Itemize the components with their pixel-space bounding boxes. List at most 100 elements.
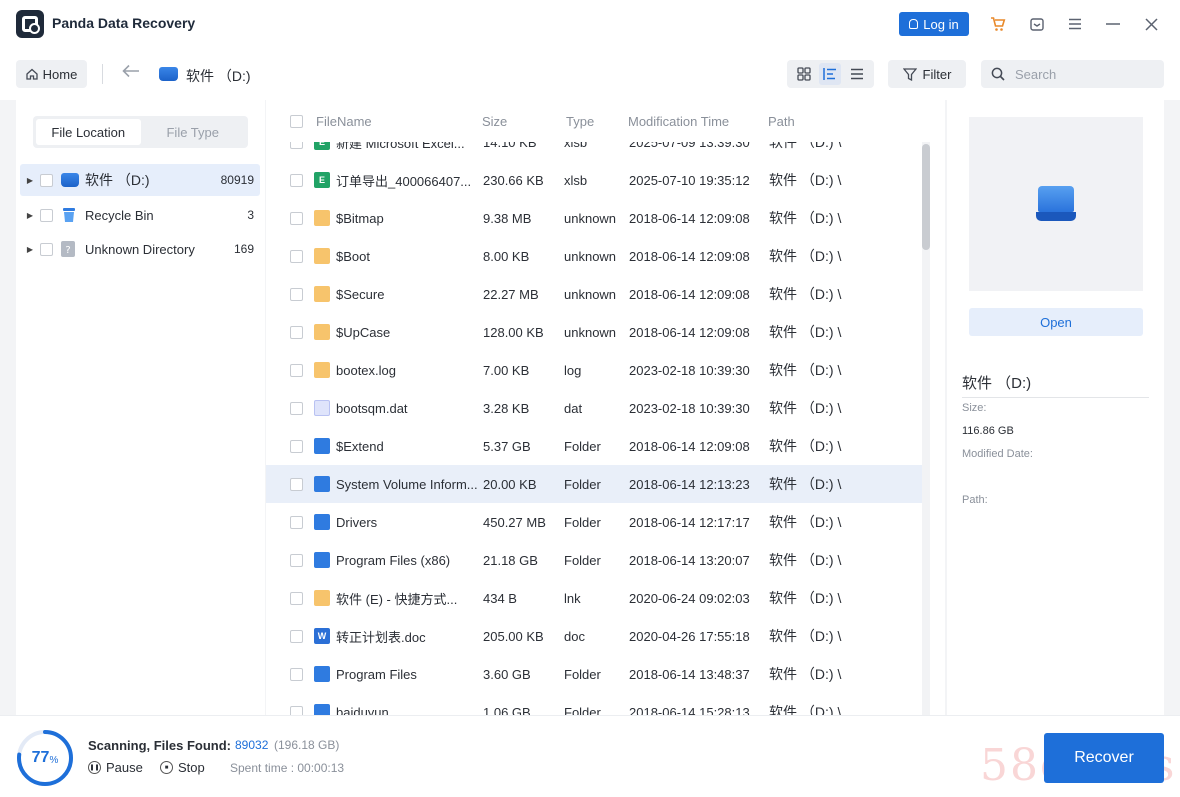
file-path: 软件 （D:) \	[769, 172, 842, 188]
detail-view-icon[interactable]	[819, 63, 842, 85]
table-row[interactable]: System Volume Inform... 20.00 KB Folder 201…	[266, 465, 922, 503]
file-modified-time: 2018-06-14 12:09:08	[629, 248, 750, 264]
expand-caret-icon[interactable]: ▶	[20, 211, 40, 220]
header-type[interactable]: Type	[566, 114, 594, 129]
user-icon	[909, 19, 919, 29]
row-checkbox[interactable]	[290, 287, 303, 301]
svg-text:?: ?	[65, 245, 70, 256]
table-row[interactable]: Drivers 450.27 MB Folder 2018-06-14 12:17:1…	[266, 503, 922, 541]
list-view-icon[interactable]	[846, 63, 868, 85]
table-row[interactable]: $Secure 22.27 MB unknown 2018-06-14 12:09:0…	[266, 275, 922, 313]
tree-checkbox[interactable]	[40, 242, 53, 256]
row-checkbox[interactable]	[290, 553, 303, 567]
file-type: unknown	[564, 210, 617, 226]
file-path: 软件 （D:) \	[769, 210, 842, 226]
table-row[interactable]: $Boot 8.00 KB unknown 2018-06-14 12:09:08 软件…	[266, 237, 922, 275]
file-list-panel: FileName Size Type Modification Time Pat…	[266, 100, 945, 715]
header-modification-time[interactable]: Modification Time	[628, 114, 729, 129]
file-type: Folder	[564, 704, 601, 716]
file-name: Program Files (x86)	[336, 552, 451, 568]
breadcrumb[interactable]: 软件 （D:)	[186, 66, 251, 86]
row-checkbox[interactable]	[290, 249, 303, 263]
grid-view-icon[interactable]	[793, 63, 815, 85]
tab-file-type[interactable]: File Type	[141, 119, 246, 145]
minimize-icon[interactable]	[1103, 14, 1123, 34]
table-row[interactable]: $Bitmap 9.38 MB unknown 2018-06-14 12:09:08…	[266, 199, 922, 237]
search-input[interactable]	[1015, 66, 1155, 82]
row-checkbox[interactable]	[290, 325, 303, 339]
row-checkbox[interactable]	[290, 363, 303, 377]
row-checkbox[interactable]	[290, 705, 303, 715]
file-size: 7.00 KB	[483, 362, 530, 378]
file-type: Folder	[564, 438, 601, 454]
file-name: $UpCase	[336, 324, 391, 340]
table-row[interactable]: baiduyun 1.06 GB Folder 2018-06-14 15:28:13…	[266, 693, 922, 715]
table-row[interactable]: 软件 (E) - 快捷方式... 434 B lnk 2020-06-24 09:02…	[266, 579, 922, 617]
file-type: doc	[564, 628, 585, 644]
path-label: Path:	[962, 494, 988, 506]
toolbar-divider	[102, 64, 103, 84]
file-name: $Boot	[336, 248, 370, 264]
table-row[interactable]: $UpCase 128.00 KB unknown 2018-06-14 12:09:…	[266, 313, 922, 351]
table-row[interactable]: E 新建 Microsoft Excel... 14.10 KB xlsb 2025-0…	[266, 142, 922, 161]
table-row[interactable]: E 订单导出_400066407... 230.66 KB xlsb 2025-07-1…	[266, 161, 922, 199]
preview-area	[969, 117, 1143, 291]
row-checkbox[interactable]	[290, 401, 303, 415]
table-row[interactable]: Program Files (x86) 21.18 GB Folder 2018-06…	[266, 541, 922, 579]
tree-checkbox[interactable]	[40, 173, 53, 187]
login-button[interactable]: Log in	[899, 12, 969, 36]
tree-item-label: Unknown Directory	[85, 241, 195, 257]
size-label: Size:	[962, 402, 987, 414]
menu-icon[interactable]	[1065, 14, 1085, 34]
table-row[interactable]: Program Files 3.60 GB Folder 2018-06-14 13:…	[266, 655, 922, 693]
scrollbar[interactable]	[922, 142, 930, 715]
stop-button[interactable]: ■ Stop	[160, 760, 205, 775]
expand-caret-icon[interactable]: ▶	[20, 245, 40, 254]
folder-icon	[314, 666, 330, 682]
row-checkbox[interactable]	[290, 173, 303, 187]
pause-button[interactable]: ❚❚ Pause	[88, 760, 143, 775]
progress-percent: 77%	[15, 728, 75, 788]
cart-icon[interactable]	[988, 14, 1008, 34]
header-size[interactable]: Size	[482, 114, 507, 129]
row-checkbox[interactable]	[290, 629, 303, 643]
table-row[interactable]: W 转正计划表.doc 205.00 KB doc 2020-04-26 17:55:1…	[266, 617, 922, 655]
file-name: bootex.log	[336, 362, 396, 378]
tab-file-location[interactable]: File Location	[36, 119, 141, 145]
tree-checkbox[interactable]	[40, 208, 53, 222]
open-button[interactable]: Open	[969, 308, 1143, 336]
tree-item-recycle-bin[interactable]: ▶ Recycle Bin 3	[20, 199, 260, 231]
recover-button[interactable]: Recover	[1044, 733, 1164, 783]
row-checkbox[interactable]	[290, 515, 303, 529]
file-modified-time: 2018-06-14 12:09:08	[629, 324, 750, 340]
excel-file-icon: E	[314, 142, 330, 150]
header-filename[interactable]: FileName	[316, 114, 372, 129]
select-all-checkbox[interactable]	[290, 114, 303, 128]
table-row[interactable]: bootsqm.dat 3.28 KB dat 2023-02-18 10:39:30…	[266, 389, 922, 427]
scrollbar-thumb[interactable]	[922, 144, 930, 250]
file-type: Folder	[564, 514, 601, 530]
expand-caret-icon[interactable]: ▶	[20, 176, 40, 185]
back-arrow-icon[interactable]	[122, 62, 140, 83]
file-type: Folder	[564, 666, 601, 682]
table-row[interactable]: bootex.log 7.00 KB log 2023-02-18 10:39:30 软…	[266, 351, 922, 389]
scan-status-label: Scanning, Files Found:	[88, 738, 231, 753]
file-type: xlsb	[564, 142, 588, 150]
row-checkbox[interactable]	[290, 142, 303, 149]
table-row[interactable]: $Extend 5.37 GB Folder 2018-06-14 12:09:08 软…	[266, 427, 922, 465]
message-icon[interactable]	[1027, 14, 1047, 34]
tree-item-unknown-directory[interactable]: ▶ ? Unknown Directory 169	[20, 233, 260, 265]
close-icon[interactable]	[1141, 14, 1161, 34]
file-name: 转正计划表.doc	[336, 629, 426, 645]
filter-button[interactable]: Filter	[888, 60, 966, 88]
tree-item-drive[interactable]: ▶ 软件 （D:) 80919	[20, 164, 260, 196]
row-checkbox[interactable]	[290, 477, 303, 491]
row-checkbox[interactable]	[290, 667, 303, 681]
home-button[interactable]: Home	[16, 60, 87, 88]
row-checkbox[interactable]	[290, 211, 303, 225]
row-checkbox[interactable]	[290, 591, 303, 605]
table-header: FileName Size Type Modification Time Pat…	[266, 100, 945, 142]
file-modified-time: 2025-07-10 19:35:12	[629, 172, 750, 188]
header-path[interactable]: Path	[768, 114, 795, 129]
row-checkbox[interactable]	[290, 439, 303, 453]
